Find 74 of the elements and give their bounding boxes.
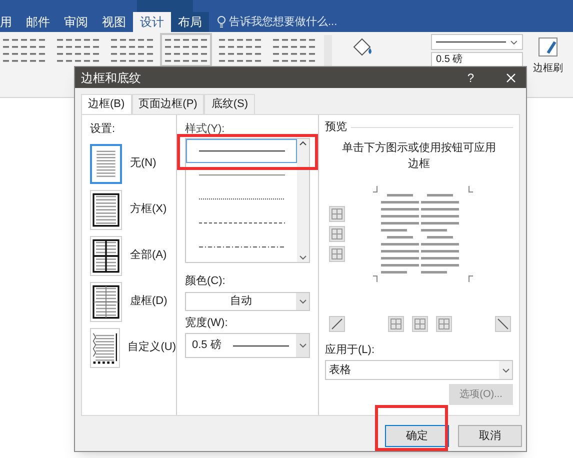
preset-label[interactable]: 方框(X): [130, 201, 167, 218]
preset-label[interactable]: 虚框(D): [130, 293, 168, 310]
context-tab-header: [137, 0, 193, 12]
border-toggle-button[interactable]: [329, 246, 345, 262]
ribbon-tab[interactable]: 设计: [133, 12, 171, 32]
caret-icon: [298, 343, 306, 348]
ok-button[interactable]: 确定: [385, 425, 449, 447]
color-label: 颜色(C):: [185, 274, 226, 289]
border-line-icon: [331, 318, 343, 330]
preset-label[interactable]: 自定义(U): [128, 339, 176, 356]
border-preset-button[interactable]: [90, 190, 122, 230]
ribbon-tab[interactable]: 审阅: [57, 12, 95, 32]
line-style-icon: [198, 173, 284, 177]
dialog-tab[interactable]: 底纹(S): [204, 94, 256, 114]
settings-label: 设置:: [90, 122, 116, 137]
table-style-thumbnail[interactable]: [162, 35, 210, 65]
scroll-up-icon[interactable]: [299, 141, 307, 146]
border-line-icon: [497, 318, 509, 330]
apply-to-label: 应用于(L):: [325, 342, 376, 358]
apply-to-value: 表格: [328, 362, 352, 378]
border-toggle-button[interactable]: [329, 206, 345, 222]
width-dropdown[interactable]: 0.5 磅: [185, 333, 310, 358]
lightbulb-icon: [217, 16, 226, 28]
border-toggle-button[interactable]: [329, 226, 345, 242]
ribbon-tab[interactable]: 视图: [95, 12, 133, 32]
caret-icon: [299, 255, 307, 260]
border-preset-icon: [91, 236, 121, 274]
border-toggle-button[interactable]: [329, 316, 345, 332]
border-toggle-button[interactable]: [495, 316, 511, 332]
border-preset-button[interactable]: [90, 236, 122, 276]
ribbon-tab[interactable]: 用: [0, 12, 19, 32]
caret-icon: [298, 298, 306, 304]
cancel-button[interactable]: 取消: [458, 425, 522, 447]
border-preset-button[interactable]: [90, 282, 122, 322]
width-line-icon: [233, 344, 290, 346]
close-icon[interactable]: [506, 72, 516, 82]
table-preview-drawing[interactable]: [373, 186, 473, 282]
border-preset-icon: [91, 190, 121, 228]
dialog-title: 边框和底纹: [81, 70, 141, 86]
help-button[interactable]: ?: [467, 68, 474, 86]
caret-icon: [502, 368, 510, 372]
line-style-icon: [198, 245, 284, 249]
border-toggle-button[interactable]: [388, 316, 404, 332]
line-style-icon: [198, 197, 284, 201]
ribbon-tab[interactable]: 邮件: [19, 12, 57, 32]
dialog-tab[interactable]: 边框(B): [81, 94, 132, 114]
style-option[interactable]: [186, 139, 297, 163]
line-style-dropdown[interactable]: [431, 34, 523, 50]
color-value: 自动: [229, 294, 253, 309]
border-toggle-button[interactable]: [412, 316, 428, 332]
line-style-icon: [198, 221, 284, 225]
ribbon-tab[interactable]: 布局: [171, 12, 209, 32]
style-list[interactable]: [185, 138, 310, 263]
style-label: 样式(Y):: [185, 123, 226, 136]
line-style-icon: [436, 41, 506, 43]
line-style-icon: [198, 149, 284, 153]
width-value: 0.5 磅: [191, 338, 222, 354]
caret-icon: [510, 40, 518, 44]
preset-label[interactable]: 无(N): [130, 155, 156, 172]
width-label: 宽度(W):: [185, 316, 229, 330]
scrollbar[interactable]: [297, 139, 309, 262]
apply-to-dropdown[interactable]: 表格: [325, 360, 513, 380]
preview-hint: 单击下方图示或使用按钮可应用边框: [341, 140, 497, 172]
line-weight-dropdown[interactable]: 0.5 磅: [431, 52, 523, 67]
dialog-tab[interactable]: 页面边框(P): [132, 94, 204, 114]
tell-me-field[interactable]: 告诉我您想要做什么...: [217, 12, 338, 32]
border-preset-icon: [91, 282, 121, 320]
border-toggle-button[interactable]: [436, 316, 452, 332]
brush-icon[interactable]: [538, 37, 558, 57]
preview-label: 预览: [325, 120, 347, 135]
format-painter-label[interactable]: 边框刷: [533, 61, 563, 76]
preset-label[interactable]: 全部(A): [130, 247, 167, 264]
border-preset-button[interactable]: [90, 328, 120, 368]
color-dropdown[interactable]: 自动: [185, 292, 310, 310]
